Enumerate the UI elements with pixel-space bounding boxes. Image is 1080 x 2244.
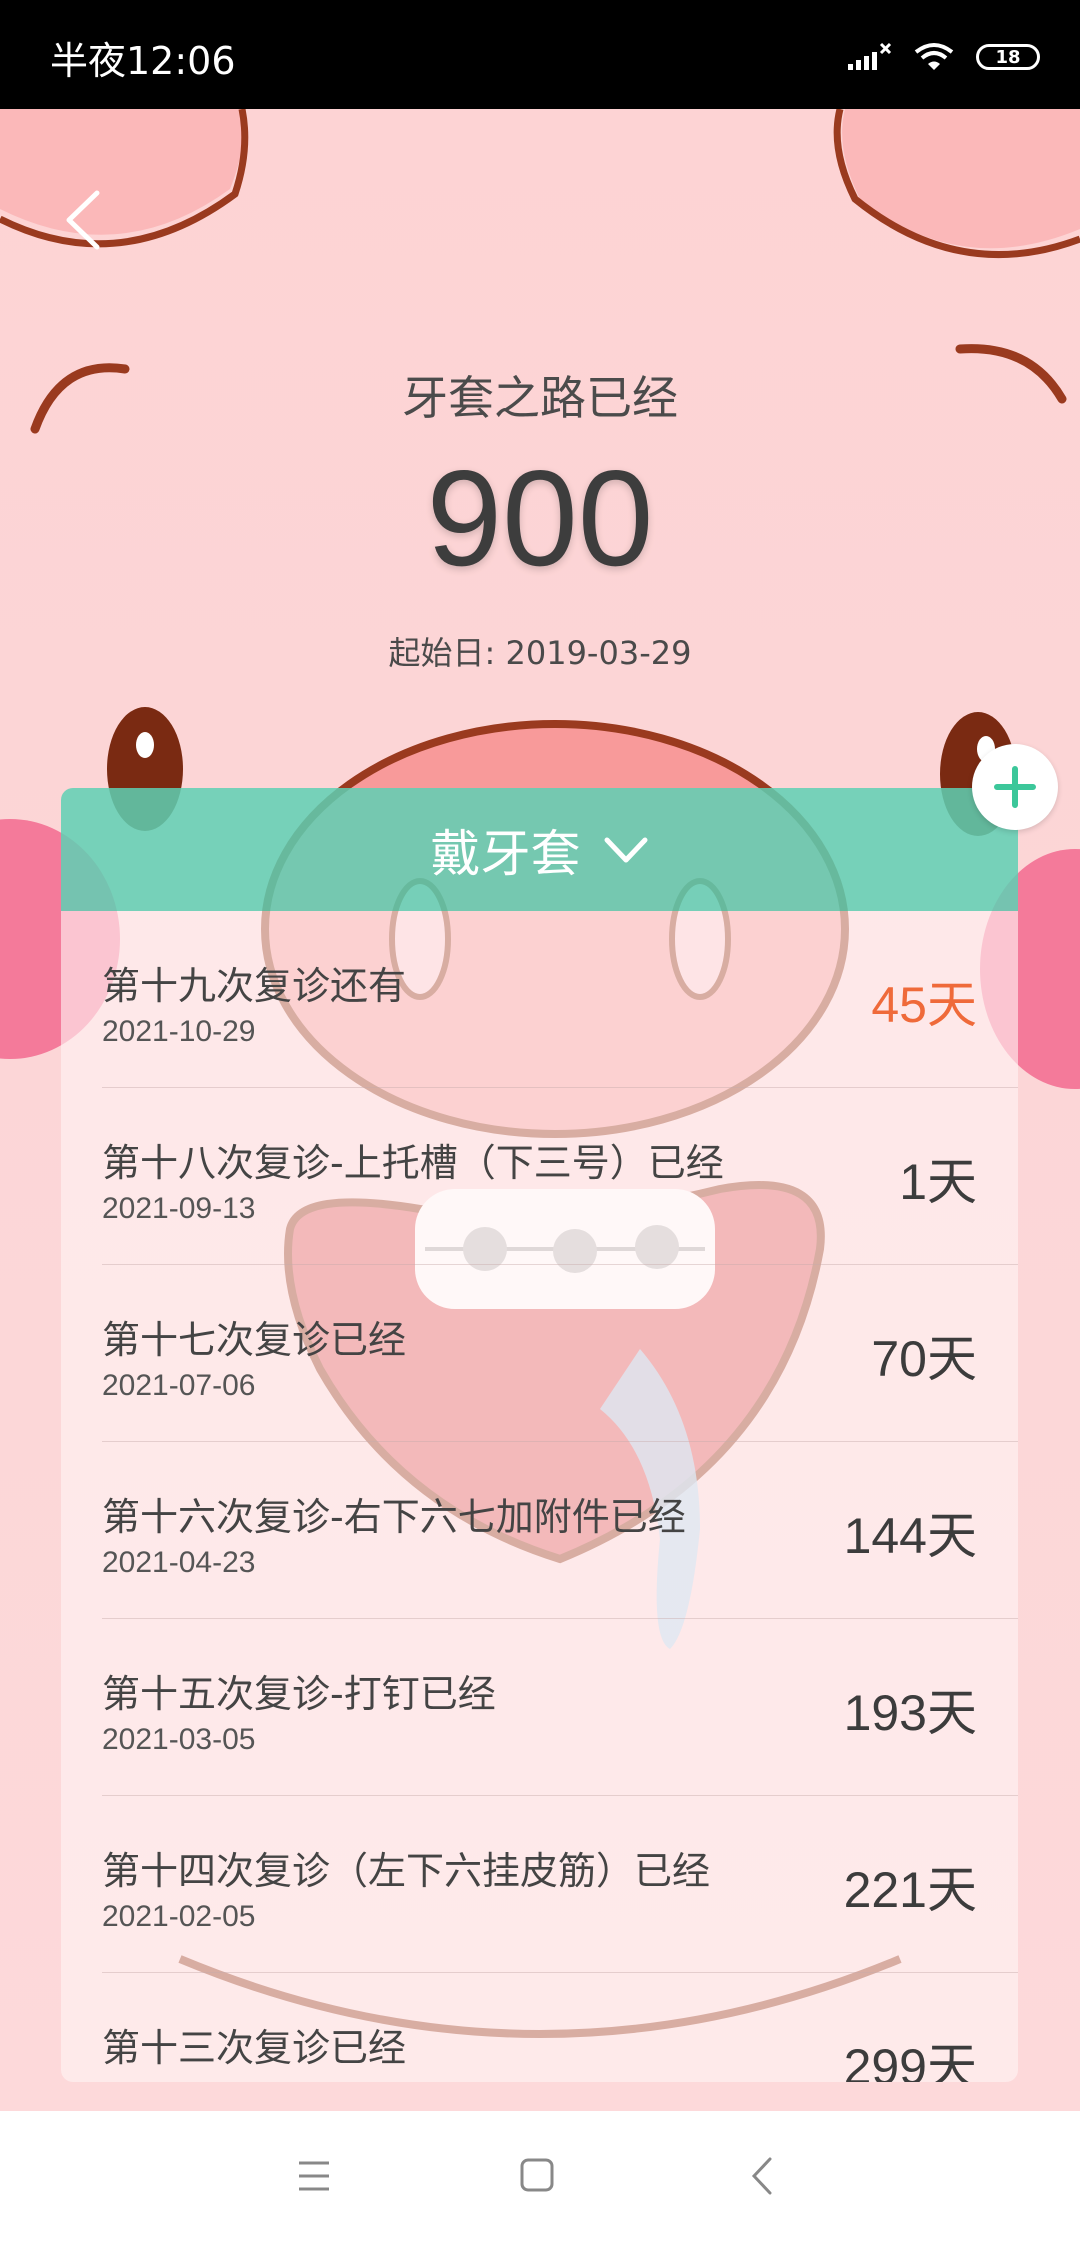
item-date: 2021-10-29 (102, 1015, 256, 1048)
item-days: 221天 (843, 1862, 977, 1918)
wifi-icon (914, 43, 954, 70)
back-icon (751, 2157, 772, 2195)
list-item[interactable]: 第十七次复诊已经 2021-07-06 70天 (102, 1265, 1018, 1442)
mode-label: 戴牙套 (430, 824, 581, 883)
item-label: 第十三次复诊已经 (102, 2026, 407, 2070)
item-days: 45天 (871, 977, 977, 1033)
item-label: 第十九次复诊还有 (102, 964, 407, 1008)
back-button[interactable] (55, 185, 115, 255)
home-icon (520, 2158, 554, 2192)
item-label: 第十六次复诊-右下六七加附件已经 (102, 1495, 686, 1539)
mode-selector[interactable]: 戴牙套 (61, 788, 1018, 911)
records-list[interactable]: 第十九次复诊还有 2021-10-29 45天 第十八次复诊-上托槽（下三号）已… (61, 911, 1018, 2082)
nav-back-button[interactable] (734, 2151, 794, 2201)
item-date: 2021-02-05 (102, 1900, 256, 1933)
item-label: 第十七次复诊已经 (102, 1318, 407, 1362)
menu-button[interactable] (284, 2151, 344, 2201)
item-days: 299天 (843, 2039, 977, 2082)
item-days: 70天 (871, 1331, 977, 1387)
item-date: 2021-09-13 (102, 1192, 256, 1225)
battery-level: 18 (995, 46, 1021, 68)
item-days: 144天 (843, 1508, 977, 1564)
item-label: 第十五次复诊-打钉已经 (102, 1672, 496, 1716)
days-counter: 900 (426, 442, 654, 594)
list-item[interactable]: 第十六次复诊-右下六七加附件已经 2021-04-23 144天 (102, 1442, 1018, 1619)
item-date: 2021-07-06 (102, 1369, 256, 1402)
status-bar: 半夜12:06 18 (0, 0, 1080, 109)
status-time: 半夜12:06 (50, 39, 236, 83)
item-days: 1天 (899, 1154, 977, 1210)
list-item[interactable]: 第十三次复诊已经 299天 (102, 1973, 1018, 2082)
list-item[interactable]: 第十四次复诊（左下六挂皮筋）已经 2021-02-05 221天 (102, 1796, 1018, 1973)
item-date: 2021-03-05 (102, 1723, 256, 1756)
records-panel: 戴牙套 第十九次复诊还有 2021-10-29 45天 第十八次复诊-上托槽（下… (61, 788, 1018, 2082)
plus-icon (994, 766, 1036, 808)
start-date: 起始日: 2019-03-29 (388, 634, 692, 672)
list-item[interactable]: 第十五次复诊-打钉已经 2021-03-05 193天 (102, 1619, 1018, 1796)
add-button[interactable] (972, 744, 1058, 830)
chevron-left-icon (66, 190, 100, 250)
signal-icon (848, 42, 892, 70)
item-label: 第十四次复诊（左下六挂皮筋）已经 (102, 1849, 711, 1893)
item-days: 193天 (843, 1685, 977, 1741)
page-title: 牙套之路已经 (402, 371, 678, 425)
list-item[interactable]: 第十九次复诊还有 2021-10-29 45天 (102, 911, 1018, 1088)
list-item[interactable]: 第十八次复诊-上托槽（下三号）已经 2021-09-13 1天 (102, 1088, 1018, 1265)
menu-icon (299, 2161, 329, 2191)
battery-icon: 18 (976, 44, 1040, 70)
chevron-down-icon (604, 837, 647, 862)
system-nav-bar (0, 2111, 1080, 2244)
home-button[interactable] (507, 2151, 567, 2201)
status-icons: 18 (848, 40, 1040, 74)
item-label: 第十八次复诊-上托槽（下三号）已经 (102, 1141, 724, 1185)
item-date: 2021-04-23 (102, 1546, 256, 1579)
